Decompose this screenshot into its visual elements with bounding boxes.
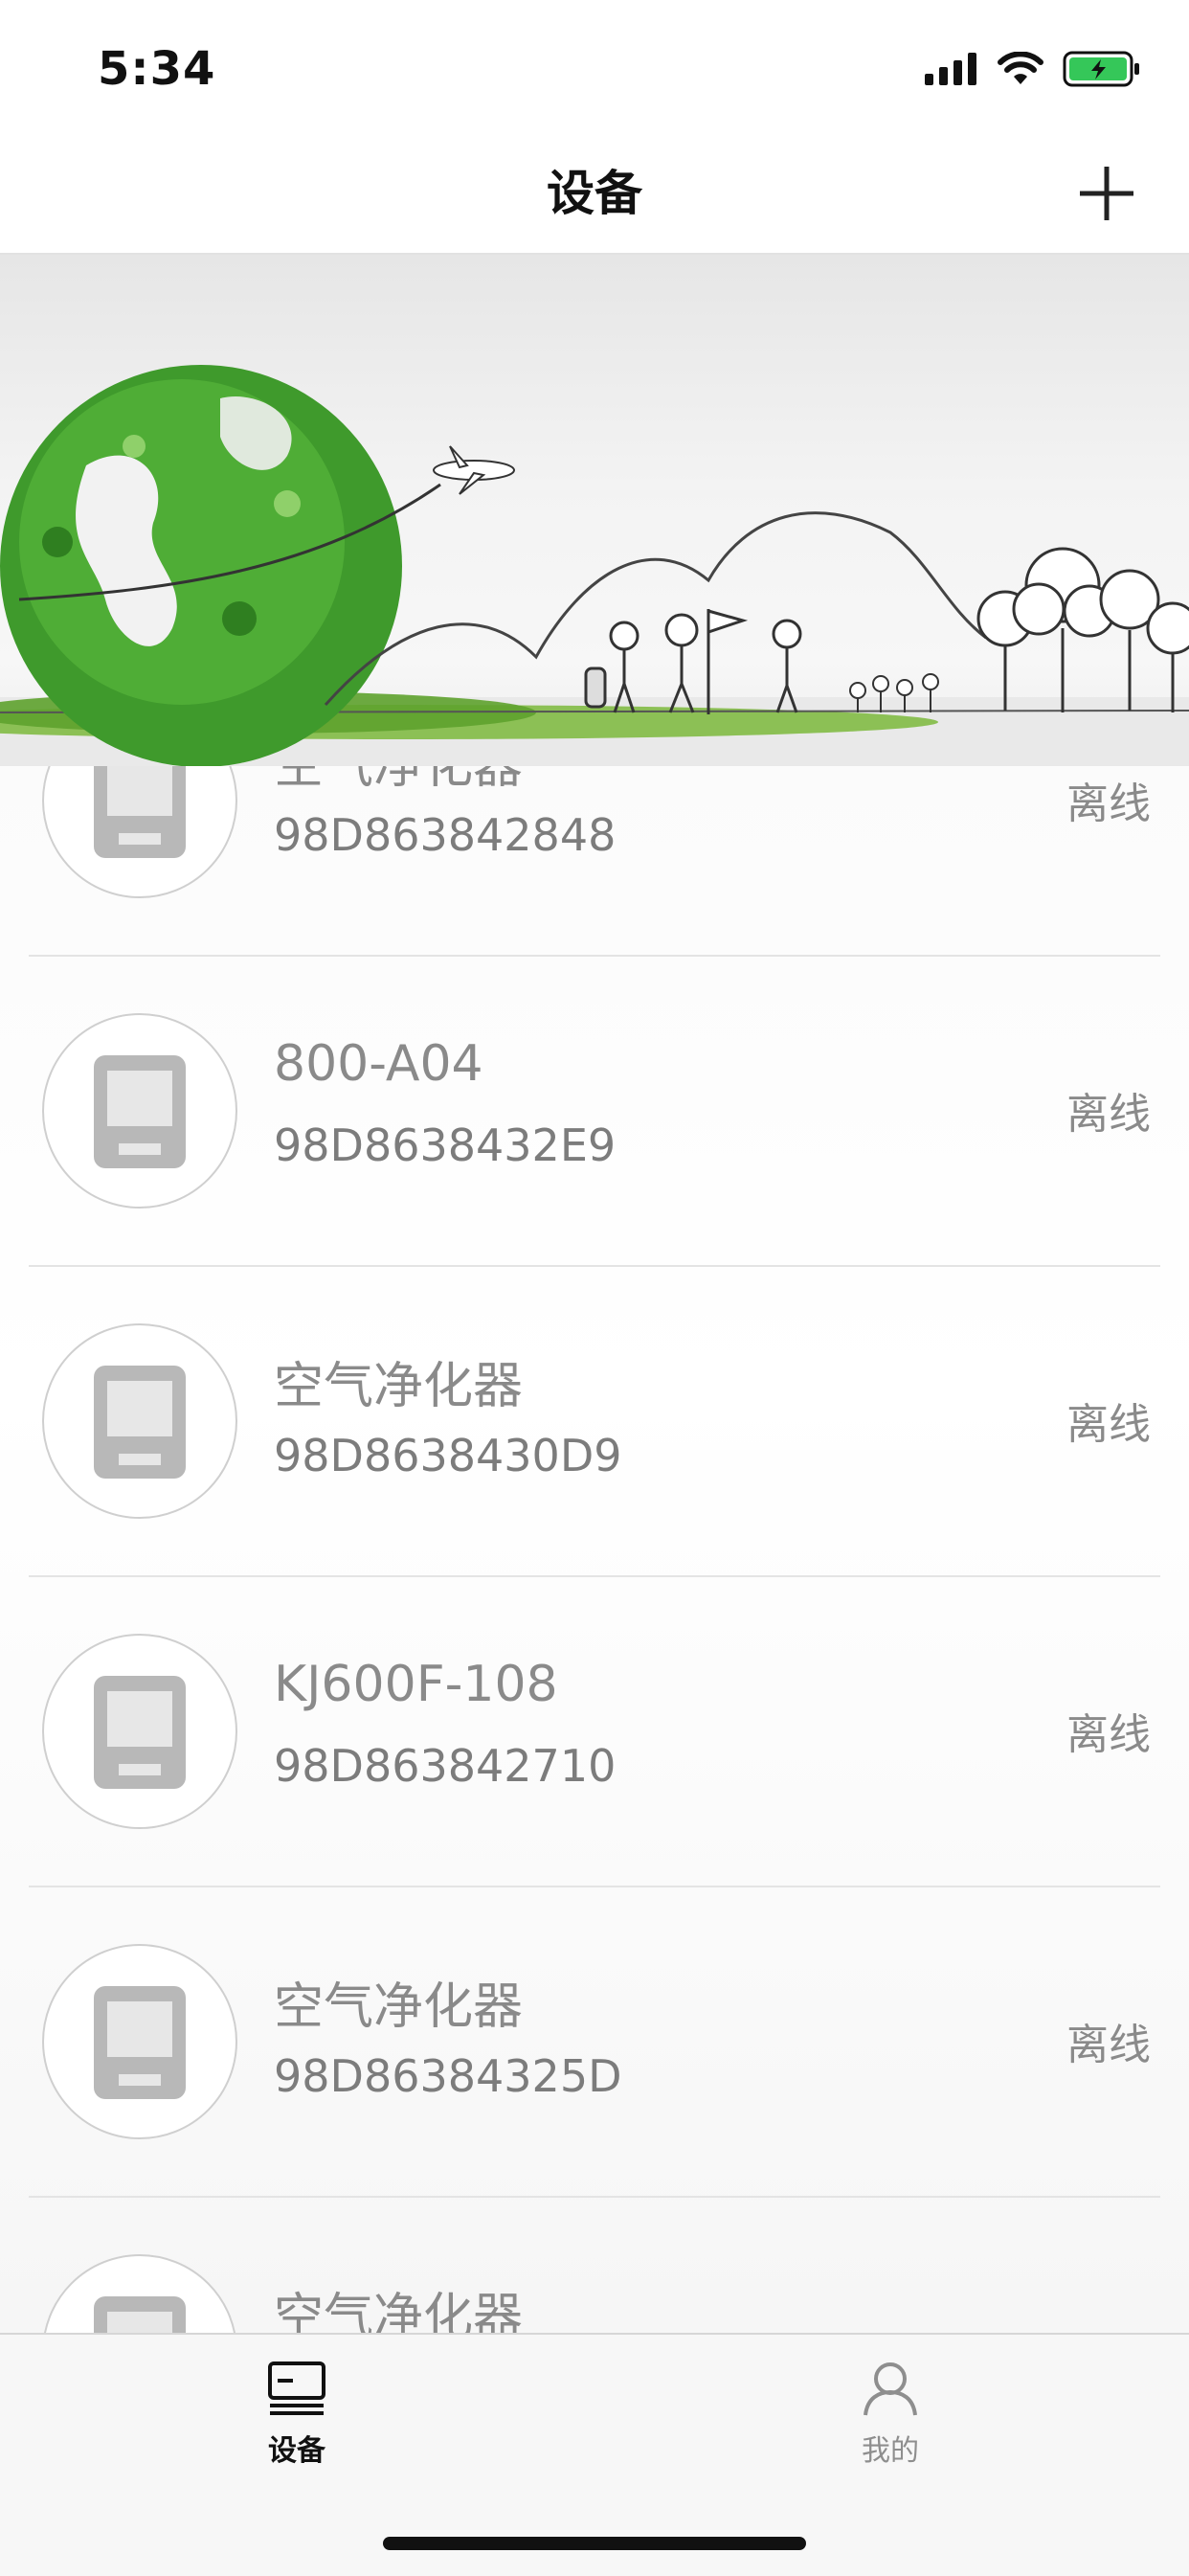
device-name: 空气净化器 <box>274 1358 524 1415</box>
trees-drawing <box>976 547 1189 712</box>
banner-illustration <box>0 365 1189 766</box>
purifier-icon <box>42 1634 237 1829</box>
device-id: 98D863842848 <box>274 809 617 861</box>
purifier-icon <box>42 766 237 898</box>
airplane-icon <box>433 445 515 495</box>
device-row[interactable]: KJ600F-108 98D863842710 离线 <box>29 1577 1160 1887</box>
device-row[interactable]: 800-A04 98D8638432E9 离线 <box>29 957 1160 1267</box>
person-icon <box>864 2362 917 2416</box>
device-id: 98D86384325D <box>274 2050 622 2102</box>
device-status: 离线 <box>1066 1400 1151 1449</box>
purifier-icon <box>42 2254 237 2333</box>
tab-devices-label: 设备 <box>268 2434 325 2468</box>
device-tab-icon <box>268 2361 325 2415</box>
device-name: 空气净化器 <box>274 766 524 795</box>
device-id: 98D8638432E9 <box>274 1119 617 1171</box>
device-status: 离线 <box>1066 2021 1151 2069</box>
device-list: 空气净化器 98D863842848 离线 800-A04 98D8638432… <box>0 766 1189 2333</box>
tab-bar: 设备 我的 <box>0 2333 1189 2576</box>
wifi-icon <box>998 52 1043 84</box>
add-device-button[interactable] <box>1066 153 1147 234</box>
purifier-icon <box>42 1323 237 1519</box>
battery-charging-icon <box>1063 51 1139 87</box>
tab-devices[interactable]: 设备 <box>153 2335 440 2497</box>
device-name: 空气净化器 <box>274 2289 524 2333</box>
purifier-icon <box>42 1944 237 2139</box>
purifier-icon <box>42 1013 237 1209</box>
status-time: 5:34 <box>98 42 216 96</box>
device-row[interactable]: 空气净化器 <box>29 2198 1160 2333</box>
tab-profile-label: 我的 <box>862 2434 919 2468</box>
banner-image <box>0 255 1189 766</box>
tab-profile[interactable]: 我的 <box>747 2335 1034 2497</box>
device-id: 98D8638430D9 <box>274 1430 622 1481</box>
cellular-signal-icon <box>925 53 976 85</box>
device-status: 离线 <box>1066 1090 1151 1139</box>
device-name: 空气净化器 <box>274 1978 524 2036</box>
page-title: 设备 <box>547 166 642 221</box>
device-status: 离线 <box>1066 780 1151 828</box>
device-name: KJ600F-108 <box>274 1656 558 1713</box>
device-row[interactable]: 空气净化器 98D863842848 离线 <box>29 766 1160 957</box>
device-name: 800-A04 <box>274 1035 483 1093</box>
status-icons <box>925 50 1141 88</box>
device-id: 98D863842710 <box>274 1740 617 1792</box>
home-indicator <box>383 2537 806 2550</box>
device-status: 离线 <box>1066 1710 1151 1759</box>
device-row[interactable]: 空气净化器 98D86384325D 离线 <box>29 1887 1160 2198</box>
device-row[interactable]: 空气净化器 98D8638430D9 离线 <box>29 1267 1160 1577</box>
status-bar: 5:34 <box>0 0 1189 134</box>
nav-bar: 设备 <box>0 134 1189 255</box>
